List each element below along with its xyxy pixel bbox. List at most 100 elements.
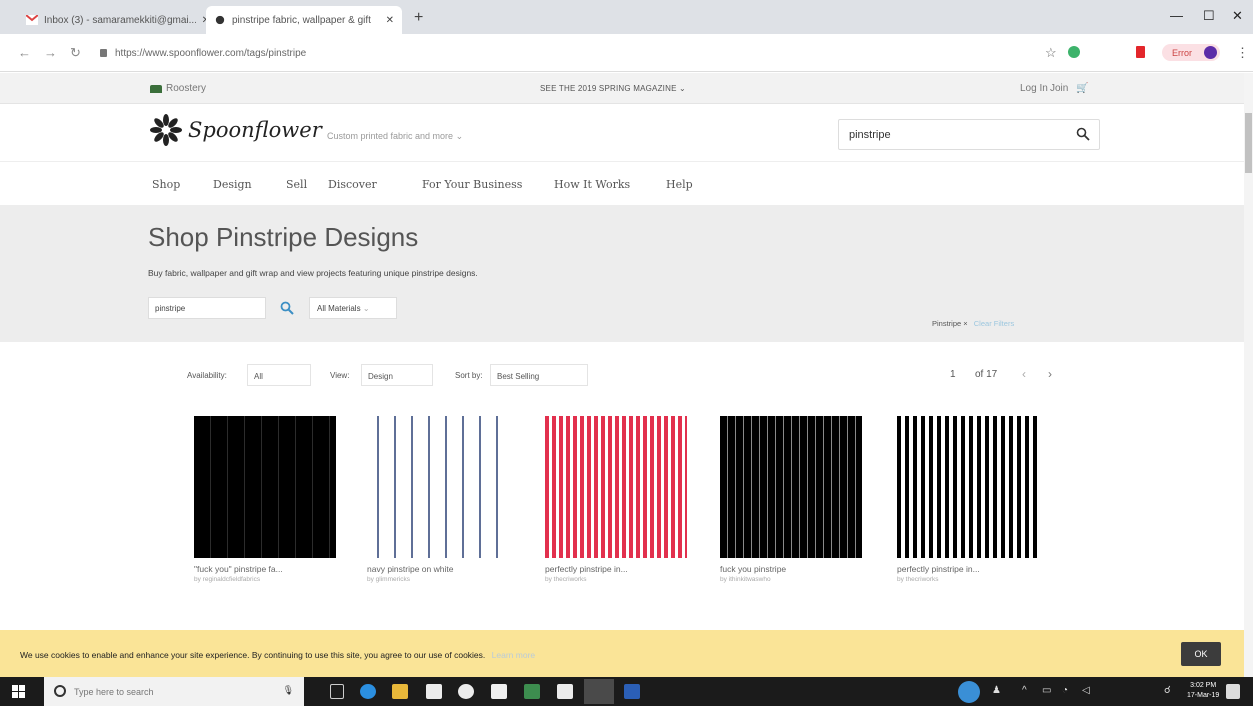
tab-spoonflower[interactable]: pinstripe fabric, wallpaper & gift ✕ xyxy=(206,6,402,34)
product-swatch[interactable] xyxy=(367,416,509,558)
product-designer[interactable]: by thecriworks xyxy=(545,576,687,583)
product-card[interactable]: fuck you pinstripe by ithinkitwaswho xyxy=(720,416,862,583)
dropbox-icon[interactable] xyxy=(458,684,474,699)
product-designer[interactable]: by thecriworks xyxy=(897,576,1039,583)
page-description: Buy fabric, wallpaper and gift wrap and … xyxy=(148,268,478,278)
profile-button[interactable]: Error xyxy=(1162,44,1220,61)
tray-expand-icon[interactable]: ^ xyxy=(1022,685,1027,696)
battery-icon[interactable]: ▭ xyxy=(1042,685,1051,696)
taskbar-search-input[interactable]: Type here to search 🎙 xyxy=(44,677,304,706)
reload-icon[interactable]: ↻ xyxy=(70,45,81,61)
extension-icon[interactable] xyxy=(1068,46,1080,58)
availability-select[interactable]: All xyxy=(247,364,311,386)
nav-how-it-works[interactable]: How It Works xyxy=(554,178,630,191)
magazine-promo-link[interactable]: SEE THE 2019 SPRING MAGAZINE ⌄ xyxy=(540,84,686,93)
nav-shop[interactable]: Shop xyxy=(152,178,180,191)
wifi-icon[interactable]: ◔ xyxy=(1062,685,1068,696)
new-tab-icon[interactable]: + xyxy=(414,9,423,27)
product-name[interactable]: perfectly pinstripe in... xyxy=(545,564,687,574)
minimize-icon[interactable]: — xyxy=(1170,8,1183,23)
cookie-message: We use cookies to enable and enhance you… xyxy=(20,650,535,660)
windows-start-icon[interactable] xyxy=(12,685,25,698)
filter-chip-pinstripe[interactable]: Pinstripe × xyxy=(932,319,968,328)
back-icon[interactable]: ← xyxy=(18,45,31,60)
nav-discover[interactable]: Discover xyxy=(328,178,377,191)
help-icon[interactable] xyxy=(958,681,980,703)
product-swatch[interactable] xyxy=(720,416,862,558)
bookmark-star-icon[interactable]: ☆ xyxy=(1045,45,1057,61)
product-swatch[interactable] xyxy=(194,416,336,558)
promo-text: SEE THE 2019 SPRING MAGAZINE xyxy=(540,84,677,93)
notification-icon[interactable]: ☌ xyxy=(1164,685,1171,696)
spoonflower-logo[interactable]: Spoonflower xyxy=(150,114,322,146)
word-icon[interactable] xyxy=(624,684,640,699)
app-icon[interactable] xyxy=(491,684,507,699)
roostery-label: Roostery xyxy=(166,83,207,94)
product-name[interactable]: navy pinstripe on white xyxy=(367,564,509,574)
next-page-icon[interactable]: › xyxy=(1040,364,1060,386)
product-designer[interactable]: by glimmericks xyxy=(367,576,509,583)
mail-icon[interactable] xyxy=(557,684,573,699)
page-number-input[interactable]: 1 xyxy=(950,369,956,380)
pdf-extension-icon[interactable] xyxy=(1136,46,1145,58)
file-explorer-icon[interactable] xyxy=(392,684,408,699)
volume-icon[interactable]: ◁ xyxy=(1082,685,1090,696)
roostery-link[interactable]: Roostery xyxy=(150,83,206,94)
product-designer[interactable]: by reginaldcfieldfabrics xyxy=(194,576,336,583)
product-name[interactable]: "fuck you" pinstripe fa... xyxy=(194,564,336,574)
product-designer[interactable]: by ithinkitwaswho xyxy=(720,576,862,583)
tagline-dropdown[interactable]: Custom printed fabric and more ⌄ xyxy=(327,131,463,142)
remove-filter-icon[interactable]: × xyxy=(963,319,967,328)
search-icon[interactable] xyxy=(280,301,294,315)
login-link[interactable]: Log In xyxy=(1020,83,1048,94)
learn-more-link[interactable]: Learn more xyxy=(492,650,535,660)
prev-page-icon[interactable]: ‹ xyxy=(1014,364,1034,386)
chrome-taskbar-icon[interactable] xyxy=(584,679,614,704)
scrollbar-thumb[interactable] xyxy=(1245,113,1252,173)
chevron-down-icon: ⌄ xyxy=(679,84,686,93)
materials-value: All Materials xyxy=(317,304,361,313)
nav-design[interactable]: Design xyxy=(213,178,252,191)
menu-dots-icon[interactable]: ⋮ xyxy=(1236,45,1249,61)
action-center-icon[interactable] xyxy=(1226,684,1240,699)
join-link[interactable]: Join xyxy=(1050,83,1068,94)
product-name[interactable]: fuck you pinstripe xyxy=(720,564,862,574)
close-icon[interactable]: ✕ xyxy=(386,15,394,26)
keyword-input[interactable]: pinstripe xyxy=(148,297,266,319)
people-icon[interactable]: ♟ xyxy=(992,685,1001,696)
taskbar-clock[interactable]: 3:02 PM 17-Mar-19 xyxy=(1187,681,1219,701)
site-search-input[interactable]: pinstripe xyxy=(838,119,1100,150)
microphone-icon[interactable]: 🎙 xyxy=(283,685,294,696)
materials-select[interactable]: All Materials ⌄ xyxy=(309,297,397,319)
spoonflower-favicon-icon xyxy=(215,15,225,25)
nav-for-your-business[interactable]: For Your Business xyxy=(422,178,522,191)
cart-icon[interactable]: 🛒 xyxy=(1076,83,1088,94)
tab-gmail[interactable]: Inbox (3) - samaramekkiti@gmai... ✕ xyxy=(18,6,218,34)
cookie-ok-button[interactable]: OK xyxy=(1181,642,1221,666)
page-scrollbar[interactable] xyxy=(1244,73,1253,677)
sort-select[interactable]: Best Selling xyxy=(490,364,588,386)
view-select[interactable]: Design xyxy=(361,364,433,386)
nav-help[interactable]: Help xyxy=(666,178,693,191)
address-bar[interactable]: https://www.spoonflower.com/tags/pinstri… xyxy=(100,42,1100,64)
clear-filters-link[interactable]: Clear Filters xyxy=(974,319,1014,328)
spreadsheet-icon[interactable] xyxy=(524,684,540,699)
product-name[interactable]: perfectly pinstripe in... xyxy=(897,564,1039,574)
window-close-icon[interactable]: ✕ xyxy=(1232,8,1243,24)
product-card[interactable]: perfectly pinstripe in... by thecriworks xyxy=(545,416,687,583)
product-swatch[interactable] xyxy=(545,416,687,558)
maximize-icon[interactable]: ☐ xyxy=(1203,8,1215,24)
windows-taskbar: Type here to search 🎙 ♟ ^ ▭ ◔ ◁ ☌ 3:02 P… xyxy=(0,677,1253,706)
forward-icon[interactable]: → xyxy=(44,45,57,60)
product-card[interactable]: perfectly pinstripe in... by thecriworks xyxy=(897,416,1039,583)
search-icon[interactable] xyxy=(1076,127,1090,141)
product-card[interactable]: navy pinstripe on white by glimmericks xyxy=(367,416,509,583)
browser-tab-strip: Inbox (3) - samaramekkiti@gmai... ✕ pins… xyxy=(0,0,1253,34)
product-card[interactable]: "fuck you" pinstripe fa... by reginaldcf… xyxy=(194,416,336,583)
nav-sell[interactable]: Sell xyxy=(286,178,307,191)
product-swatch[interactable] xyxy=(897,416,1039,558)
edge-icon[interactable] xyxy=(360,684,376,699)
task-view-icon[interactable] xyxy=(330,684,344,699)
store-icon[interactable] xyxy=(426,684,442,699)
availability-label: Availability: xyxy=(187,371,227,380)
